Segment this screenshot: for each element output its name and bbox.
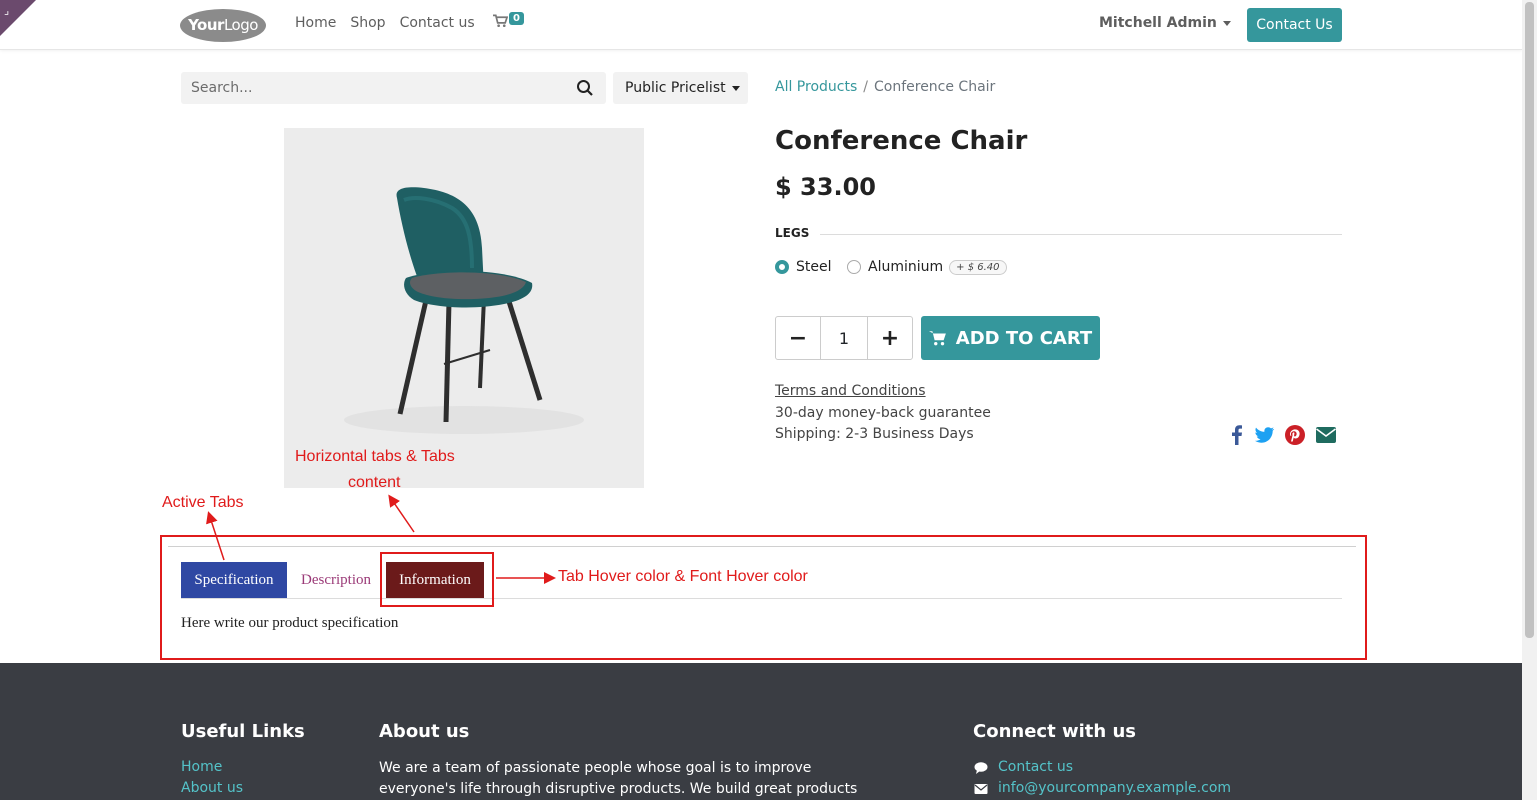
product-image[interactable] bbox=[284, 128, 644, 488]
footer-link-home[interactable]: Home bbox=[181, 759, 222, 775]
breadcrumb-current: Conference Chair bbox=[873, 79, 996, 95]
annotation-label-hover: Tab Hover color & Font Hover color bbox=[558, 568, 808, 585]
cart-icon bbox=[928, 331, 946, 346]
scrollbar-thumb[interactable] bbox=[1525, 2, 1534, 638]
scrollbar[interactable] bbox=[1522, 0, 1537, 800]
footer-contact-link[interactable]: Contact us bbox=[998, 759, 1073, 775]
minus-icon[interactable]: − bbox=[776, 317, 820, 359]
annotation-label-tabs-line2: content bbox=[348, 474, 401, 491]
guarantee-text: 30-day money-back guarantee bbox=[775, 405, 991, 421]
main-menu: Home Shop Contact us bbox=[295, 15, 489, 31]
corner-arrow-icon: ⌟ bbox=[4, 4, 10, 17]
footer-email-link[interactable]: info@yourcompany.example.com bbox=[998, 780, 1231, 796]
annotation-box-hover bbox=[380, 552, 494, 607]
breadcrumb: All Products / Conference Chair bbox=[775, 79, 995, 95]
annotation-label-tabs-line1: Horizontal tabs & Tabs bbox=[295, 448, 455, 465]
site-logo[interactable]: YourLogo bbox=[180, 9, 266, 42]
attribute-label: LEGS bbox=[775, 226, 810, 240]
product-price: $ 33.00 bbox=[775, 173, 876, 201]
nav-home[interactable]: Home bbox=[295, 15, 336, 31]
nav-shop[interactable]: Shop bbox=[350, 15, 385, 31]
footer-useful-links-title: Useful Links bbox=[181, 721, 305, 742]
search-box bbox=[181, 72, 606, 104]
arrow-to-tabs-label bbox=[388, 494, 415, 533]
footer-about-title: About us bbox=[379, 721, 470, 742]
logo-text-bold: Your bbox=[188, 16, 224, 34]
cart-icon[interactable] bbox=[493, 14, 508, 28]
option-aluminium[interactable]: Aluminium + $ 6.40 bbox=[847, 259, 1007, 275]
attribute-divider bbox=[820, 234, 1342, 235]
search-icon[interactable] bbox=[576, 79, 594, 97]
contact-us-button[interactable]: Contact Us bbox=[1247, 8, 1342, 42]
user-name: Mitchell Admin bbox=[1099, 15, 1217, 31]
facebook-icon[interactable] bbox=[1226, 424, 1248, 446]
pricelist-label: Public Pricelist bbox=[625, 80, 726, 96]
envelope-icon bbox=[974, 784, 988, 794]
quantity-stepper: − 1 + bbox=[775, 316, 913, 360]
user-menu[interactable]: Mitchell Admin bbox=[1099, 15, 1231, 31]
search-input[interactable] bbox=[181, 72, 561, 104]
nav-contact-us[interactable]: Contact us bbox=[400, 15, 475, 31]
add-to-cart-label: ADD TO CART bbox=[955, 327, 1093, 349]
option-label: Aluminium bbox=[868, 259, 944, 275]
option-label: Steel bbox=[796, 259, 832, 275]
product-title: Conference Chair bbox=[775, 126, 1028, 156]
footer-link-about[interactable]: About us bbox=[181, 780, 243, 796]
cart-count-badge: 0 bbox=[509, 12, 524, 25]
chevron-down-icon bbox=[1222, 20, 1231, 26]
pricelist-dropdown[interactable]: Public Pricelist bbox=[613, 72, 748, 104]
chair-illustration bbox=[344, 187, 584, 434]
breadcrumb-all-products[interactable]: All Products bbox=[775, 79, 857, 95]
radio-unselected[interactable] bbox=[847, 260, 861, 274]
breadcrumb-separator: / bbox=[863, 79, 868, 95]
twitter-icon[interactable] bbox=[1253, 424, 1275, 446]
footer-connect-title: Connect with us bbox=[973, 721, 1136, 742]
annotation-label-active: Active Tabs bbox=[162, 494, 244, 511]
price-extra-badge: + $ 6.40 bbox=[949, 259, 1007, 275]
shipping-text: Shipping: 2-3 Business Days bbox=[775, 426, 974, 442]
quantity-input[interactable]: 1 bbox=[820, 317, 868, 359]
comment-icon bbox=[974, 762, 988, 774]
option-steel[interactable]: Steel bbox=[775, 259, 832, 275]
radio-selected[interactable] bbox=[775, 260, 789, 274]
add-to-cart-button[interactable]: ADD TO CART bbox=[921, 316, 1100, 360]
plus-icon[interactable]: + bbox=[868, 317, 912, 359]
logo-text-light: Logo bbox=[223, 16, 258, 34]
envelope-icon[interactable] bbox=[1315, 424, 1337, 446]
footer-about-text: We are a team of passionate people whose… bbox=[379, 760, 858, 797]
footer: Useful Links Home About us About us We a… bbox=[0, 663, 1522, 800]
chevron-down-icon bbox=[731, 85, 740, 91]
top-navbar: YourLogo Home Shop Contact us 0 Mitchell… bbox=[0, 0, 1522, 50]
pinterest-icon[interactable] bbox=[1284, 424, 1306, 446]
terms-link[interactable]: Terms and Conditions bbox=[775, 383, 926, 399]
annotation-box-tabs bbox=[160, 535, 1367, 660]
